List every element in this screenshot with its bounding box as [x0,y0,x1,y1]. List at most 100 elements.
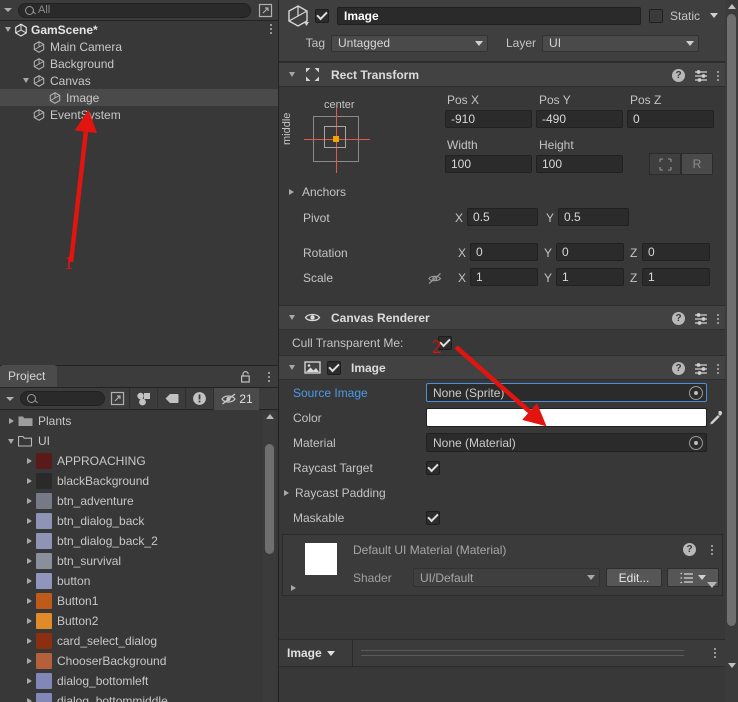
color-swatch-field[interactable] [426,408,723,427]
hierarchy-item-background[interactable]: Background [0,55,278,72]
item-foldout[interactable] [22,451,36,471]
foldout-chevron-icon[interactable] [289,72,295,77]
project-item-button2[interactable]: Button2 [0,611,278,631]
rotation-y-input[interactable]: 0 [556,243,624,261]
project-item-card-select-dialog[interactable]: card_select_dialog [0,631,278,651]
item-foldout[interactable] [22,671,36,691]
blueprint-mode-button[interactable] [649,153,681,175]
anchors-foldout[interactable]: Anchors [289,185,346,199]
item-foldout[interactable] [22,491,36,511]
item-foldout[interactable] [22,611,36,631]
item-foldout[interactable] [22,631,36,651]
footer-context-menu-icon[interactable] [704,648,726,658]
foldout-chevron-icon[interactable] [289,365,295,370]
project-item-plants[interactable]: Plants [0,411,278,431]
material-context-menu-icon[interactable] [711,545,713,555]
anchor-preset-widget[interactable]: center middle [281,99,386,179]
width-input[interactable]: 100 [445,155,532,173]
foldout-chevron-icon[interactable] [289,315,295,320]
hierarchy-create-dropdown[interactable] [0,0,16,21]
hierarchy-item-image[interactable]: Image [0,89,278,106]
scene-foldout-toggle[interactable] [2,21,14,38]
shader-dropdown[interactable]: UI/Default [413,568,600,587]
preset-icon[interactable] [694,362,708,375]
scale-x-input[interactable]: 1 [470,268,538,286]
height-input[interactable]: 100 [536,155,623,173]
preset-icon[interactable] [694,312,708,325]
project-item-approaching[interactable]: APPROACHING [0,451,278,471]
project-scrollbar[interactable] [263,411,276,702]
pos-y-input[interactable]: -490 [536,110,623,128]
project-expand-icon[interactable] [105,388,129,410]
pivot-x-input[interactable]: 0.5 [467,208,538,226]
object-picker-icon[interactable] [689,435,703,450]
game-object-icon[interactable] [285,3,311,29]
hierarchy-scene-row[interactable]: GamScene* [0,21,278,38]
hierarchy-expand-icon[interactable] [255,2,275,19]
tag-dropdown[interactable]: Untagged [331,34,488,52]
raw-edit-button[interactable]: R [681,153,713,175]
source-image-field[interactable]: None (Sprite) [426,383,707,402]
static-checkbox[interactable] [648,8,663,23]
component-context-menu-icon[interactable] [717,313,719,324]
shader-edit-button[interactable]: Edit... [606,568,662,587]
object-picker-icon[interactable] [689,385,703,400]
project-create-dropdown[interactable] [2,388,18,409]
project-item-chooserbackground[interactable]: ChooserBackground [0,651,278,671]
lock-icon[interactable] [239,370,252,387]
tab-project[interactable]: Project [0,365,58,387]
material-field[interactable]: None (Material) [426,433,707,452]
scroll-up-arrow-icon[interactable] [266,414,274,419]
pos-x-input[interactable]: -910 [445,110,532,128]
project-item-btn-dialog-back-2[interactable]: btn_dialog_back_2 [0,531,278,551]
component-context-menu-icon[interactable] [717,70,719,81]
canvas-renderer-header[interactable]: Canvas Renderer ? [279,305,726,330]
project-item-btn-dialog-back[interactable]: btn_dialog_back [0,511,278,531]
hierarchy-item-canvas[interactable]: Canvas [0,72,278,89]
item-foldout[interactable] [4,411,18,431]
hidden-assets-badge[interactable]: 21 [213,387,259,410]
filter-by-label-button[interactable] [157,387,185,410]
item-foldout[interactable] [22,651,36,671]
hierarchy-item-main-camera[interactable]: Main Camera [0,38,278,55]
footer-image-dropdown[interactable]: Image [279,639,353,667]
image-component-header[interactable]: Image ? [279,355,726,380]
help-icon[interactable]: ? [683,543,696,556]
project-item-btn-survival[interactable]: btn_survival [0,551,278,571]
help-icon[interactable]: ? [672,312,685,325]
item-foldout[interactable] [22,691,36,702]
rotation-z-input[interactable]: 0 [642,243,710,261]
item-foldout[interactable] [22,551,36,571]
game-object-enabled-checkbox[interactable] [315,8,329,23]
hierarchy-search-input[interactable]: All [18,2,251,18]
hierarchy-item-eventsystem[interactable]: EventSystem [0,106,278,123]
component-context-menu-icon[interactable] [717,363,719,374]
maskable-checkbox[interactable] [426,510,440,525]
item-foldout[interactable] [22,571,36,591]
inspector-scrollbar-thumb[interactable] [727,14,736,626]
raycast-padding-foldout[interactable]: Raycast Padding [279,480,726,505]
layer-dropdown[interactable]: UI [542,34,700,52]
project-scrollbar-thumb[interactable] [265,444,274,554]
help-icon[interactable]: ? [672,362,685,375]
project-item-dialog-bottomleft[interactable]: dialog_bottomleft [0,671,278,691]
scale-y-input[interactable]: 1 [556,268,624,286]
project-item-button1[interactable]: Button1 [0,591,278,611]
project-item-blackbackground[interactable]: blackBackground [0,471,278,491]
material-collapse-arrow-icon[interactable] [707,582,717,588]
item-foldout[interactable] [22,531,36,551]
constrain-proportions-off-icon[interactable] [427,272,443,285]
item-foldout[interactable] [20,72,32,89]
rect-transform-header[interactable]: Rect Transform ? [279,62,726,87]
filter-by-type-button[interactable] [129,387,157,410]
item-foldout[interactable] [22,511,36,531]
game-object-name-input[interactable]: Image [337,6,641,25]
project-item-btn-adventure[interactable]: btn_adventure [0,491,278,511]
project-item-dialog-bottommiddle[interactable]: dialog_bottommiddle [0,691,278,702]
item-foldout[interactable] [4,431,18,451]
scale-z-input[interactable]: 1 [642,268,710,286]
image-component-enabled-checkbox[interactable] [327,360,341,375]
pivot-y-input[interactable]: 0.5 [558,208,629,226]
help-icon[interactable]: ? [672,69,685,82]
preset-icon[interactable] [694,69,708,82]
